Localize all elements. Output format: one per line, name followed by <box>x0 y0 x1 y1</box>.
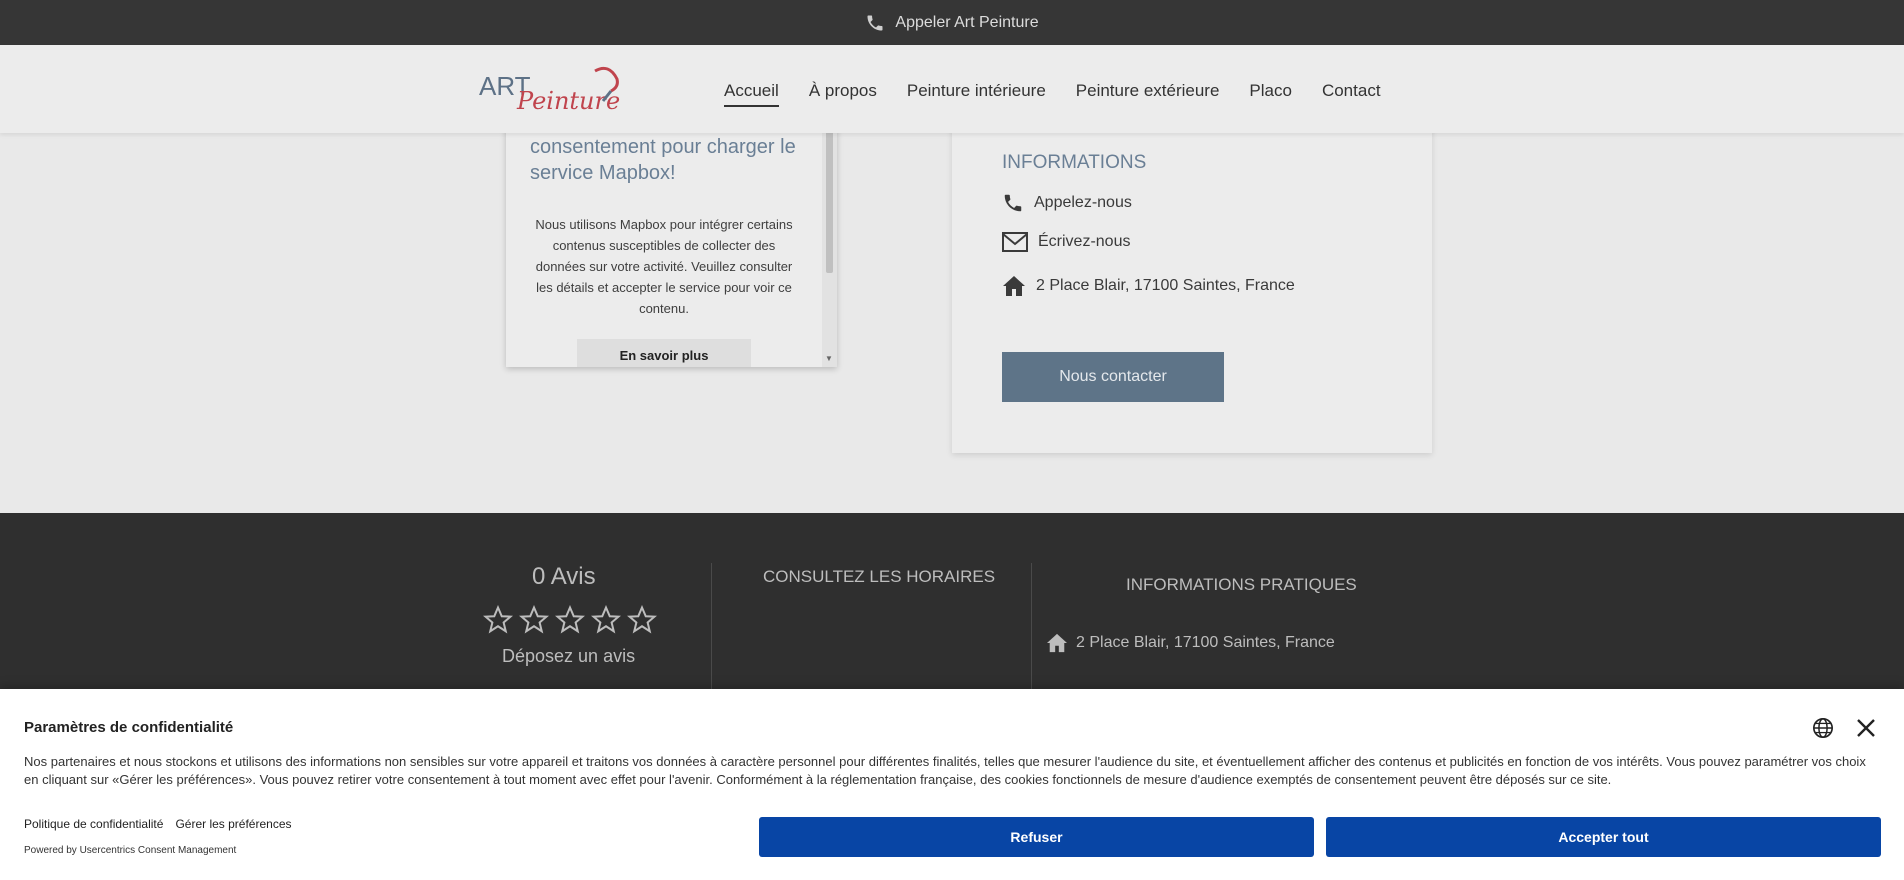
manage-preferences-link[interactable]: Gérer les préférences <box>175 817 291 831</box>
star-icon[interactable] <box>555 605 585 635</box>
site-logo[interactable]: ART Peinture <box>477 61 629 119</box>
top-call-bar[interactable]: Appeler Art Peinture <box>0 0 1904 45</box>
phone-icon <box>867 15 883 30</box>
scrollbar-thumb[interactable] <box>826 110 833 273</box>
reviews-count: 0 Avis <box>532 563 596 590</box>
envelope-icon <box>1002 232 1028 252</box>
powered-by-text: Powered by Usercentrics Consent Manageme… <box>24 845 237 856</box>
star-icon[interactable] <box>591 605 621 635</box>
map-consent-text: Nous utilisons Mapbox pour intégrer cert… <box>535 217 793 316</box>
close-icon[interactable] <box>1855 717 1877 744</box>
star-icon[interactable] <box>483 605 513 635</box>
card-scrollbar[interactable]: ▼ <box>822 110 837 367</box>
star-icon[interactable] <box>627 605 657 635</box>
nav-item-contact[interactable]: Contact <box>1322 81 1381 107</box>
map-consent-heading: consentement pour charger le service Map… <box>530 136 796 184</box>
learn-more-button[interactable]: En savoir plus <box>577 339 751 367</box>
star-icon[interactable] <box>519 605 549 635</box>
footer-address: 2 Place Blair, 17100 Saintes, France <box>1046 633 1335 653</box>
call-label[interactable]: Appelez-nous <box>1034 194 1132 212</box>
home-icon <box>1003 276 1025 296</box>
footer-divider <box>711 563 712 693</box>
nav-item-peinture-exterieure[interactable]: Peinture extérieure <box>1076 81 1220 107</box>
write-label[interactable]: Écrivez-nous <box>1038 233 1130 251</box>
cookie-consent-banner: Paramètres de confidentialité Nos parten… <box>0 689 1904 880</box>
refuse-button[interactable]: Refuser <box>759 817 1314 857</box>
leave-review-link[interactable]: Déposez un avis <box>502 646 635 667</box>
cmp-links: Politique de confidentialité Gérer les p… <box>24 817 292 831</box>
info-title: INFORMATIONS <box>1002 152 1147 173</box>
footer-address-text: 2 Place Blair, 17100 Saintes, France <box>1076 634 1335 651</box>
address-text: 2 Place Blair, 17100 Saintes, France <box>1036 277 1295 294</box>
contact-button[interactable]: Nous contacter <box>1002 352 1224 402</box>
nav-item-peinture-interieure[interactable]: Peinture intérieure <box>907 81 1046 107</box>
nav-item-a-propos[interactable]: À propos <box>809 81 877 107</box>
practical-info-heading: INFORMATIONS PRATIQUES <box>1126 575 1357 594</box>
nav-item-placo[interactable]: Placo <box>1249 81 1292 107</box>
footer-divider <box>1031 563 1032 693</box>
call-label[interactable]: Appeler Art Peinture <box>895 14 1038 32</box>
hours-heading: CONSULTEZ LES HORAIRES <box>763 567 996 586</box>
nav-item-accueil[interactable]: Accueil <box>724 81 779 107</box>
scroll-down-arrow-icon[interactable]: ▼ <box>825 354 833 363</box>
site-header: ART Peinture Accueil À propos Peinture i… <box>0 45 1904 133</box>
map-consent-card: consentement pour charger le service Map… <box>506 110 837 367</box>
rating-stars[interactable] <box>483 605 657 635</box>
home-icon <box>1047 633 1067 653</box>
call-row[interactable]: Appelez-nous <box>1002 192 1132 214</box>
info-card: INFORMATIONS Appelez-nous Écrivez-nous 2… <box>952 110 1432 453</box>
phone-icon <box>1004 194 1022 212</box>
cmp-title: Paramètres de confidentialité <box>24 719 234 736</box>
write-row[interactable]: Écrivez-nous <box>1002 231 1130 253</box>
privacy-policy-link[interactable]: Politique de confidentialité <box>24 817 163 831</box>
address-row: 2 Place Blair, 17100 Saintes, France <box>1002 275 1295 297</box>
main-nav: Accueil À propos Peinture intérieure Pei… <box>724 81 1381 107</box>
accept-all-button[interactable]: Accepter tout <box>1326 817 1881 857</box>
cmp-description: Nos partenaires et nous stockons et util… <box>24 754 1866 787</box>
language-globe-icon[interactable] <box>1812 717 1834 744</box>
